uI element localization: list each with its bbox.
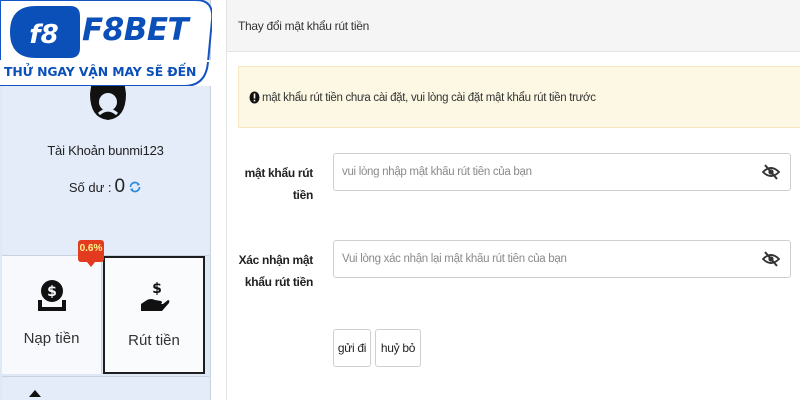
partial-menu-icon [29, 390, 41, 397]
confirm-password-field [333, 240, 791, 278]
password-input[interactable] [334, 154, 754, 190]
balance-row: Số dư : 0 [2, 176, 209, 198]
cancel-button[interactable]: huỷ bỏ [375, 329, 421, 367]
confirm-password-label: Xác nhận mật khẩu rút tiền [227, 249, 314, 293]
refresh-icon[interactable] [128, 180, 142, 194]
warning-alert: mật khẩu rút tiền chưa cài đặt, vui lòng… [238, 66, 800, 128]
alert-text: mật khẩu rút tiền chưa cài đặt, vui lòng… [262, 92, 596, 104]
confirm-label-line1: Xác nhận mật [238, 253, 314, 267]
password-label: mật khẩu rút tiền [244, 166, 314, 202]
eye-slash-icon[interactable] [762, 164, 780, 180]
withdraw-label: Rút tiền [128, 332, 180, 349]
deposit-money-icon: $ [37, 280, 66, 311]
balance-label: Số dư : [68, 180, 112, 195]
page-root: Tài Khoản bunmi123 Số dư : 0 $ Nạp tiền [0, 0, 800, 400]
withdraw-button[interactable]: $ Rút tiền [103, 256, 205, 374]
confirm-label-line2: khẩu rút tiền [244, 275, 313, 289]
main-panel: Thay đổi mật khẩu rút tiền mật khẩu rút … [226, 0, 800, 400]
password-field [333, 153, 791, 191]
promo-badge: 0.6% [78, 240, 104, 267]
svg-text:$: $ [47, 284, 57, 300]
exclamation-icon [249, 91, 260, 104]
svg-text:$: $ [152, 281, 162, 297]
logo-mark: f8 [29, 20, 58, 50]
sidebar-next-item[interactable] [2, 376, 209, 400]
account-name: Tài Khoản bunmi123 [47, 143, 164, 158]
deposit-button[interactable]: $ Nạp tiền [2, 256, 102, 374]
logo-text: F8BET [82, 12, 189, 48]
panel-header: Thay đổi mật khẩu rút tiền [227, 0, 800, 52]
submit-button[interactable]: gửi đi [333, 329, 371, 367]
balance-value: 0 [114, 176, 126, 197]
slogan: THỬ NGAY VẬN MAY SẼ ĐẾN [4, 64, 197, 79]
eye-slash-icon[interactable] [762, 251, 780, 267]
confirm-password-input[interactable] [334, 241, 754, 277]
withdraw-money-icon: $ [141, 281, 170, 311]
deposit-label: Nạp tiền [23, 330, 80, 347]
page-title: Thay đổi mật khẩu rút tiền [238, 19, 369, 33]
